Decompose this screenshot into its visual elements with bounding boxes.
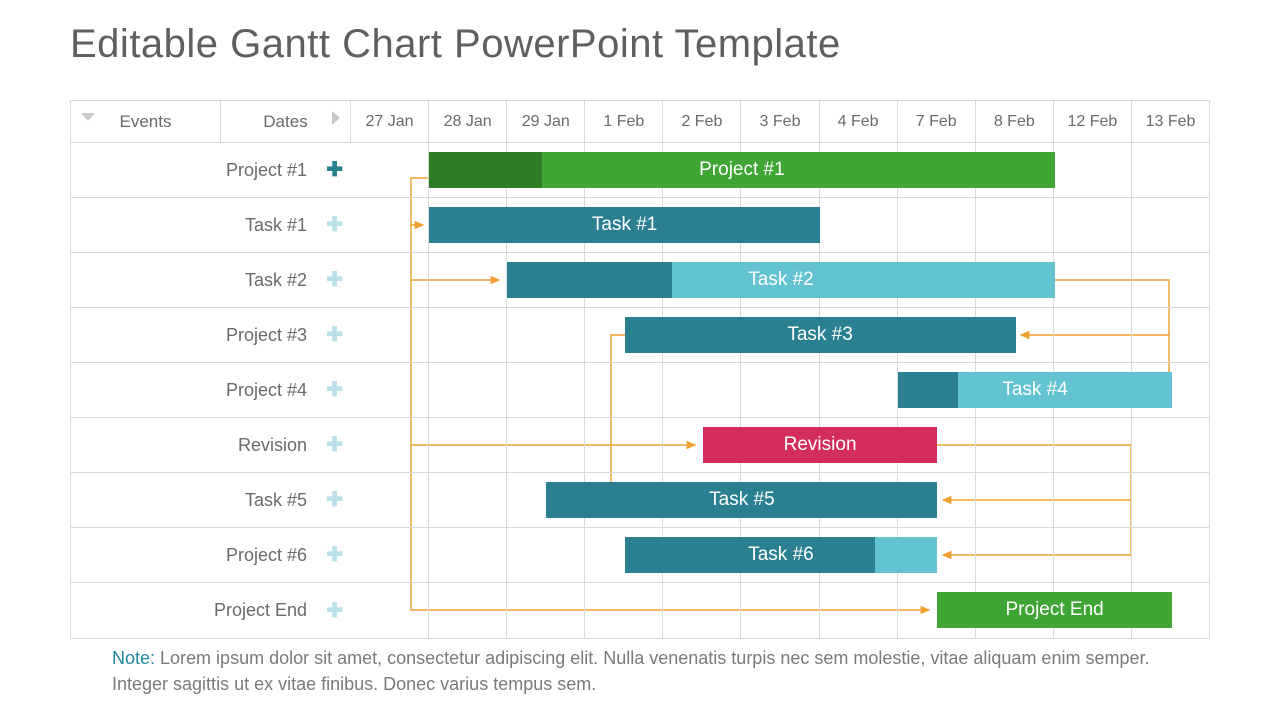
gantt-row: Project #4 ✚ Task #4 <box>71 363 1209 418</box>
gantt-row: Project End ✚ Project End <box>71 583 1209 638</box>
gantt-row: Project #1 ✚ Project #1 <box>71 143 1209 198</box>
timeline-cell: 28 Jan <box>429 101 507 142</box>
row-track: Task #6 <box>351 528 1209 582</box>
gantt-bar[interactable]: Task #2 <box>507 262 1054 298</box>
row-label: Project #1 ✚ <box>71 143 351 197</box>
row-label-text: Task #2 <box>245 270 307 291</box>
row-label: Project #6 ✚ <box>71 528 351 582</box>
row-track: Project End <box>351 583 1209 638</box>
gantt-row: Project #6 ✚ Task #6 <box>71 528 1209 583</box>
chevron-right-icon <box>332 111 340 125</box>
gantt-bar[interactable]: Task #4 <box>898 372 1172 408</box>
row-label-text: Project #6 <box>226 545 307 566</box>
timeline-cell: 7 Feb <box>898 101 976 142</box>
gantt-bar-label: Project #1 <box>699 159 785 181</box>
row-track: Revision <box>351 418 1209 472</box>
gantt-bar[interactable]: Task #6 <box>625 537 938 573</box>
header-dates-col[interactable]: Dates <box>221 101 351 142</box>
timeline-cell: 3 Feb <box>741 101 819 142</box>
gantt-bar[interactable]: Task #1 <box>429 207 820 243</box>
timeline-cell: 27 Jan <box>351 101 429 142</box>
expand-icon[interactable]: ✚ <box>326 160 343 180</box>
gantt-bar-label: Task #2 <box>748 269 813 291</box>
timeline-cell: 29 Jan <box>507 101 585 142</box>
gantt-bar-label: Project End <box>1006 599 1104 621</box>
timeline-header: 27 Jan28 Jan29 Jan1 Feb2 Feb3 Feb4 Feb7 … <box>351 101 1209 142</box>
gantt-bar-label: Task #1 <box>592 214 657 236</box>
page-title: Editable Gantt Chart PowerPoint Template <box>70 22 841 67</box>
gantt-bar-label: Task #5 <box>709 489 774 511</box>
gantt-bar[interactable]: Project End <box>937 592 1172 628</box>
row-label-text: Revision <box>238 435 307 456</box>
gantt-row: Task #1 ✚ Task #1 <box>71 198 1209 253</box>
timeline-cell: 13 Feb <box>1132 101 1209 142</box>
row-track: Task #2 <box>351 253 1209 307</box>
row-label: Project #3 ✚ <box>71 308 351 362</box>
gantt-row: Revision ✚ Revision <box>71 418 1209 473</box>
timeline-cell: 8 Feb <box>976 101 1054 142</box>
row-track: Task #4 <box>351 363 1209 417</box>
expand-icon[interactable]: ✚ <box>326 435 343 455</box>
row-track: Task #3 <box>351 308 1209 362</box>
timeline-cell: 12 Feb <box>1054 101 1132 142</box>
gantt-row: Project #3 ✚ Task #3 <box>71 308 1209 363</box>
header-events-col[interactable]: Events <box>71 101 221 142</box>
row-label: Task #1 ✚ <box>71 198 351 252</box>
gantt-chart: Events Dates 27 Jan28 Jan29 Jan1 Feb2 Fe… <box>70 100 1210 639</box>
gantt-row: Task #2 ✚ Task #2 <box>71 253 1209 308</box>
gantt-header: Events Dates 27 Jan28 Jan29 Jan1 Feb2 Fe… <box>71 101 1209 143</box>
footer-note: Note: Lorem ipsum dolor sit amet, consec… <box>112 645 1165 697</box>
row-track: Task #5 <box>351 473 1209 527</box>
timeline-cell: 4 Feb <box>820 101 898 142</box>
expand-icon[interactable]: ✚ <box>326 215 343 235</box>
row-label-text: Task #5 <box>245 490 307 511</box>
timeline-cell: 2 Feb <box>663 101 741 142</box>
gantt-bar-label: Revision <box>784 434 857 456</box>
gantt-bar[interactable]: Task #5 <box>546 482 937 518</box>
row-label: Task #5 ✚ <box>71 473 351 527</box>
expand-icon[interactable]: ✚ <box>326 601 343 621</box>
gantt-body: Project #1✚Project #1Task #1✚Task #1Task… <box>71 143 1209 638</box>
row-label: Project #4 ✚ <box>71 363 351 417</box>
header-dates-label: Dates <box>263 112 307 132</box>
row-label: Task #2 ✚ <box>71 253 351 307</box>
row-track: Task #1 <box>351 198 1209 252</box>
row-track: Project #1 <box>351 143 1209 197</box>
gantt-bar[interactable]: Task #3 <box>625 317 1016 353</box>
gantt-row: Task #5 ✚ Task #5 <box>71 473 1209 528</box>
row-label: Project End ✚ <box>71 583 351 638</box>
note-text: Lorem ipsum dolor sit amet, consectetur … <box>112 648 1149 694</box>
expand-icon[interactable]: ✚ <box>326 325 343 345</box>
timeline-cell: 1 Feb <box>585 101 663 142</box>
row-label-text: Project #4 <box>226 380 307 401</box>
expand-icon[interactable]: ✚ <box>326 490 343 510</box>
gantt-bar-label: Task #3 <box>787 324 852 346</box>
row-label-text: Project End <box>214 600 307 621</box>
chevron-down-icon <box>81 113 95 121</box>
expand-icon[interactable]: ✚ <box>326 380 343 400</box>
row-label-text: Task #1 <box>245 215 307 236</box>
gantt-bar[interactable]: Project #1 <box>429 152 1054 188</box>
expand-icon[interactable]: ✚ <box>326 545 343 565</box>
gantt-bar-label: Task #4 <box>1002 379 1067 401</box>
row-label-text: Project #1 <box>226 160 307 181</box>
gantt-bar[interactable]: Revision <box>703 427 938 463</box>
expand-icon[interactable]: ✚ <box>326 270 343 290</box>
row-label: Revision ✚ <box>71 418 351 472</box>
row-label-text: Project #3 <box>226 325 307 346</box>
note-label: Note: <box>112 648 155 668</box>
header-events-label: Events <box>120 112 172 132</box>
gantt-bar-label: Task #6 <box>748 544 813 566</box>
